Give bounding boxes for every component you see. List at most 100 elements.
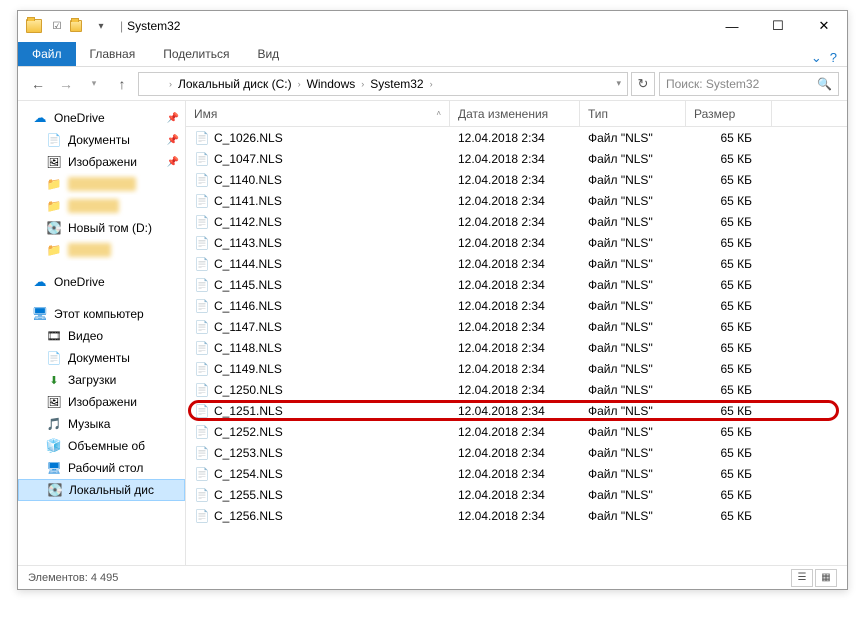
images-icon bbox=[46, 154, 62, 170]
sidebar-item-downloads[interactable]: Загрузки bbox=[18, 369, 185, 391]
titlebar[interactable]: ☑ ▾ | System32 — ☐ ✕ bbox=[18, 11, 847, 41]
crumb-system32[interactable]: System32 bbox=[368, 77, 425, 91]
sidebar-item-3d[interactable]: 🧊Объемные об bbox=[18, 435, 185, 457]
nav-up-button[interactable]: ↑ bbox=[110, 72, 134, 96]
sidebar-item-documents[interactable]: Документы bbox=[18, 347, 185, 369]
file-row[interactable]: C_1148.NLS12.04.2018 2:34Файл "NLS"65 КБ bbox=[186, 337, 847, 358]
file-row[interactable]: C_1144.NLS12.04.2018 2:34Файл "NLS"65 КБ bbox=[186, 253, 847, 274]
file-icon bbox=[194, 403, 210, 419]
tab-file[interactable]: Файл bbox=[18, 42, 76, 66]
sidebar-label: ██████ bbox=[68, 199, 119, 213]
nav-back-button[interactable]: ← bbox=[26, 72, 50, 96]
sidebar-item-thispc[interactable]: Этот компьютер bbox=[18, 303, 185, 325]
file-size: 65 КБ bbox=[686, 341, 772, 355]
sidebar-item-localdisk[interactable]: Локальный дис bbox=[18, 479, 185, 501]
file-row[interactable]: C_1256.NLS12.04.2018 2:34Файл "NLS"65 КБ bbox=[186, 505, 847, 526]
column-type[interactable]: Тип bbox=[580, 101, 686, 126]
crumb-windows[interactable]: Windows bbox=[305, 77, 358, 91]
sidebar-item-blurred[interactable]: █████ bbox=[18, 239, 185, 261]
qat-new-folder[interactable] bbox=[70, 17, 88, 35]
chevron-right-icon[interactable]: › bbox=[357, 79, 368, 89]
minimize-button[interactable]: — bbox=[709, 11, 755, 41]
file-size: 65 КБ bbox=[686, 299, 772, 313]
sidebar-item-images[interactable]: Изображени bbox=[18, 391, 185, 413]
download-icon bbox=[46, 372, 62, 388]
crumb-drive[interactable]: Локальный диск (C:) bbox=[176, 77, 294, 91]
file-row[interactable]: C_1047.NLS12.04.2018 2:34Файл "NLS"65 КБ bbox=[186, 148, 847, 169]
file-row[interactable]: C_1250.NLS12.04.2018 2:34Файл "NLS"65 КБ bbox=[186, 379, 847, 400]
view-icons-button[interactable]: ▦ bbox=[815, 569, 837, 587]
file-row[interactable]: C_1026.NLS12.04.2018 2:34Файл "NLS"65 КБ bbox=[186, 127, 847, 148]
file-type: Файл "NLS" bbox=[580, 362, 686, 376]
file-row[interactable]: C_1253.NLS12.04.2018 2:34Файл "NLS"65 КБ bbox=[186, 442, 847, 463]
search-input[interactable]: Поиск: System32 🔍 bbox=[659, 72, 839, 96]
file-type: Файл "NLS" bbox=[580, 488, 686, 502]
file-name: C_1146.NLS bbox=[214, 299, 282, 313]
tab-share[interactable]: Поделиться bbox=[149, 42, 243, 66]
pin-icon: 📌 bbox=[167, 113, 179, 124]
column-date[interactable]: Дата изменения bbox=[450, 101, 580, 126]
file-row[interactable]: C_1140.NLS12.04.2018 2:34Файл "NLS"65 КБ bbox=[186, 169, 847, 190]
sidebar-item-onedrive[interactable]: ☁OneDrive bbox=[18, 271, 185, 293]
file-row[interactable]: C_1254.NLS12.04.2018 2:34Файл "NLS"65 КБ bbox=[186, 463, 847, 484]
chevron-right-icon[interactable]: › bbox=[294, 79, 305, 89]
maximize-button[interactable]: ☐ bbox=[755, 11, 801, 41]
chevron-right-icon[interactable]: › bbox=[165, 79, 176, 89]
address-dropdown-icon[interactable]: ▾ bbox=[612, 78, 625, 89]
file-row[interactable]: C_1141.NLS12.04.2018 2:34Файл "NLS"65 КБ bbox=[186, 190, 847, 211]
file-date: 12.04.2018 2:34 bbox=[450, 362, 580, 376]
nav-forward-button[interactable]: → bbox=[54, 72, 78, 96]
file-size: 65 КБ bbox=[686, 467, 772, 481]
help-icon[interactable]: ? bbox=[830, 50, 837, 66]
ribbon-tabs: Файл Главная Поделиться Вид ⌄ ? bbox=[18, 41, 847, 67]
sidebar-item-images[interactable]: Изображени📌 bbox=[18, 151, 185, 173]
close-button[interactable]: ✕ bbox=[801, 11, 847, 41]
chevron-right-icon[interactable]: › bbox=[426, 79, 437, 89]
sidebar-item-onedrive[interactable]: ☁OneDrive📌 bbox=[18, 107, 185, 129]
tab-home[interactable]: Главная bbox=[76, 42, 150, 66]
sidebar-item-blurred[interactable]: ██████ bbox=[18, 195, 185, 217]
view-details-button[interactable]: ☰ bbox=[791, 569, 813, 587]
file-row[interactable]: C_1145.NLS12.04.2018 2:34Файл "NLS"65 КБ bbox=[186, 274, 847, 295]
item-count: Элементов: 4 495 bbox=[28, 572, 118, 584]
file-row[interactable]: C_1142.NLS12.04.2018 2:34Файл "NLS"65 КБ bbox=[186, 211, 847, 232]
explorer-window: ☑ ▾ | System32 — ☐ ✕ Файл Главная Подели… bbox=[17, 10, 848, 590]
sidebar-label: Локальный дис bbox=[69, 483, 154, 497]
music-icon bbox=[46, 416, 62, 432]
address-bar[interactable]: › Локальный диск (C:) › Windows › System… bbox=[138, 72, 628, 96]
file-row[interactable]: C_1146.NLS12.04.2018 2:34Файл "NLS"65 КБ bbox=[186, 295, 847, 316]
sidebar-item-documents[interactable]: Документы📌 bbox=[18, 129, 185, 151]
column-size[interactable]: Размер bbox=[686, 101, 772, 126]
column-headers[interactable]: Имя˄ Дата изменения Тип Размер bbox=[186, 101, 847, 127]
file-row[interactable]: C_1255.NLS12.04.2018 2:34Файл "NLS"65 КБ bbox=[186, 484, 847, 505]
sidebar-item-music[interactable]: Музыка bbox=[18, 413, 185, 435]
navigation-sidebar[interactable]: ☁OneDrive📌 Документы📌 Изображени📌 ██████… bbox=[18, 101, 186, 565]
sidebar-label: Изображени bbox=[68, 155, 137, 169]
tab-view[interactable]: Вид bbox=[243, 42, 293, 66]
file-date: 12.04.2018 2:34 bbox=[450, 215, 580, 229]
sidebar-item-video[interactable]: Видео bbox=[18, 325, 185, 347]
file-row[interactable]: C_1252.NLS12.04.2018 2:34Файл "NLS"65 КБ bbox=[186, 421, 847, 442]
file-list[interactable]: Имя˄ Дата изменения Тип Размер C_1026.NL… bbox=[186, 101, 847, 565]
file-type: Файл "NLS" bbox=[580, 383, 686, 397]
file-row[interactable]: C_1147.NLS12.04.2018 2:34Файл "NLS"65 КБ bbox=[186, 316, 847, 337]
qat-properties[interactable]: ☑ bbox=[48, 17, 66, 35]
ribbon-expand-icon[interactable]: ⌄ bbox=[811, 50, 822, 66]
qat-dropdown[interactable]: ▾ bbox=[92, 17, 110, 35]
nav-recent-dropdown[interactable]: ▾ bbox=[82, 72, 106, 96]
file-icon bbox=[194, 319, 210, 335]
file-date: 12.04.2018 2:34 bbox=[450, 446, 580, 460]
refresh-button[interactable]: ↻ bbox=[631, 72, 655, 96]
file-type: Файл "NLS" bbox=[580, 299, 686, 313]
sort-indicator-icon: ˄ bbox=[436, 109, 441, 118]
file-row[interactable]: C_1143.NLS12.04.2018 2:34Файл "NLS"65 КБ bbox=[186, 232, 847, 253]
sidebar-item-desktop[interactable]: Рабочий стол bbox=[18, 457, 185, 479]
sidebar-item-blurred[interactable]: ████████ bbox=[18, 173, 185, 195]
file-icon bbox=[194, 382, 210, 398]
file-row[interactable]: C_1251.NLS12.04.2018 2:34Файл "NLS"65 КБ bbox=[186, 400, 847, 421]
file-row[interactable]: C_1149.NLS12.04.2018 2:34Файл "NLS"65 КБ bbox=[186, 358, 847, 379]
file-size: 65 КБ bbox=[686, 236, 772, 250]
column-name[interactable]: Имя˄ bbox=[186, 101, 450, 126]
sidebar-item-drive[interactable]: Новый том (D:) bbox=[18, 217, 185, 239]
file-icon bbox=[194, 235, 210, 251]
